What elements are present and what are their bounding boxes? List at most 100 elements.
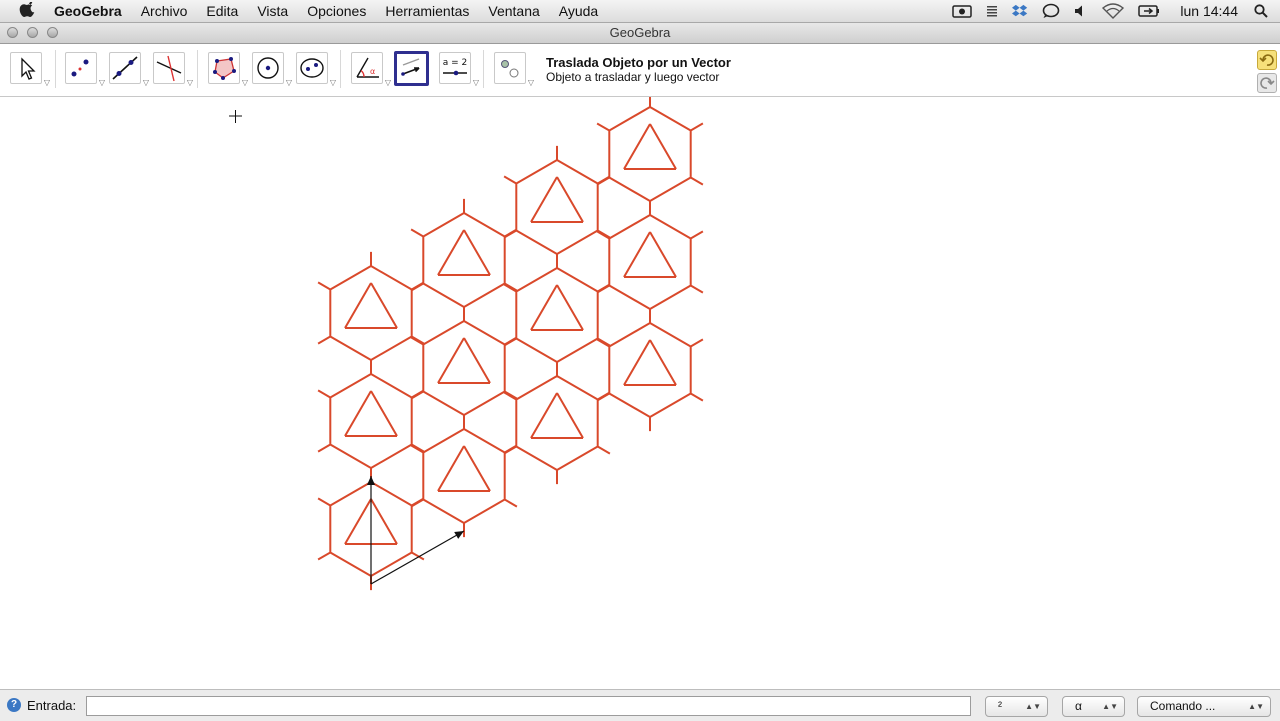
- minimize-window-button[interactable]: [27, 27, 38, 38]
- circle-icon: [257, 57, 279, 79]
- slider-icon: a = 2: [443, 58, 468, 76]
- move-graphics-view-icon: [501, 60, 519, 78]
- pattern-tile: [410, 198, 518, 322]
- menu-app-name[interactable]: GeoGebra: [54, 3, 122, 19]
- pattern-tile-stroke: [410, 306, 518, 430]
- redo-button[interactable]: [1257, 73, 1277, 93]
- input-field[interactable]: [86, 696, 971, 716]
- line-icon: [112, 56, 138, 80]
- tool-graphics-view[interactable]: ▽: [494, 52, 534, 87]
- pattern-tile-stroke: [317, 359, 425, 483]
- active-tool-title: Traslada Objeto por un Vector: [546, 55, 731, 70]
- dropbox-icon[interactable]: [1012, 3, 1028, 19]
- pattern-tile: [503, 361, 611, 485]
- clock[interactable]: lun 14:44: [1180, 3, 1238, 19]
- camera-icon[interactable]: [952, 4, 973, 18]
- pattern-tile: [410, 306, 518, 430]
- command-combo-value: Comando ...: [1150, 699, 1216, 713]
- crosshair-cursor-icon: [229, 110, 242, 123]
- tool-perpendicular[interactable]: ▽: [153, 52, 193, 87]
- pattern-tile: [596, 97, 704, 216]
- point-icon: [71, 59, 89, 77]
- greek-combo[interactable]: α ▲▼: [1062, 696, 1125, 717]
- translation-vectors: [367, 476, 465, 585]
- pattern-tile: [596, 308, 704, 432]
- redo-icon: [1260, 77, 1275, 89]
- ellipse-icon: [300, 58, 324, 78]
- zoom-window-button[interactable]: [47, 27, 58, 38]
- input-bar: ? Entrada: ² ▲▼ α ▲▼ Comando ... ▲▼: [0, 689, 1280, 721]
- window-title-bar: GeoGebra: [0, 23, 1280, 44]
- input-label: Entrada:: [27, 698, 77, 713]
- command-combo[interactable]: Comando ... ▲▼: [1137, 696, 1271, 717]
- pattern-tile-stroke: [596, 97, 704, 216]
- pattern-tile-stroke: [503, 361, 611, 485]
- menu-archivo[interactable]: Archivo: [141, 3, 188, 19]
- pattern-tile: [503, 253, 611, 377]
- pattern-tile-stroke: [503, 253, 611, 377]
- status-area: lun 14:44: [938, 0, 1280, 22]
- undo-icon: [1259, 54, 1274, 66]
- angle-icon: α: [356, 57, 379, 78]
- graphics-view[interactable]: [0, 97, 1280, 688]
- pattern-tile: [317, 251, 425, 375]
- menu-edita[interactable]: Edita: [206, 3, 238, 19]
- pointer-arrow-icon: [21, 57, 36, 80]
- close-window-button[interactable]: [7, 27, 18, 38]
- pattern-tile-stroke: [503, 145, 611, 269]
- grip-icon[interactable]: [986, 4, 998, 18]
- battery-icon[interactable]: [1138, 4, 1160, 18]
- pattern-tile: [410, 414, 518, 538]
- pattern-tile-stroke: [596, 308, 704, 432]
- wifi-icon[interactable]: [1102, 3, 1125, 19]
- active-tool-help: Objeto a trasladar y luego vector: [546, 70, 720, 84]
- pattern-tile: [317, 359, 425, 483]
- polygon-icon: [213, 57, 236, 80]
- window-title: GeoGebra: [609, 25, 671, 40]
- menu-herramientas[interactable]: Herramientas: [385, 3, 469, 19]
- tool-translate-by-vector[interactable]: [394, 51, 429, 86]
- menu-ventana[interactable]: Ventana: [488, 3, 539, 19]
- input-help-icon[interactable]: ?: [7, 698, 21, 712]
- symbol-combo-value: ²: [998, 699, 1002, 713]
- volume-icon[interactable]: [1074, 4, 1088, 18]
- symbol-combo[interactable]: ² ▲▼: [985, 696, 1048, 717]
- tool-point[interactable]: ▽: [65, 52, 105, 87]
- tessellation-pattern: [317, 97, 704, 591]
- tool-ellipse[interactable]: ▽: [296, 52, 336, 87]
- combo-arrows-icon: ▲▼: [1025, 702, 1041, 711]
- menu-opciones[interactable]: Opciones: [307, 3, 366, 19]
- toolbar: ▽ ▽ ▽ ▽ ▽ ▽ ▽ α ▽ a = 2 ▽ ▽ Traslada Obj…: [0, 44, 1280, 97]
- tool-angle[interactable]: α ▽: [351, 52, 391, 87]
- perpendicular-line-icon: [156, 55, 182, 82]
- tool-polygon[interactable]: ▽: [208, 52, 248, 87]
- vector-u-head: [367, 476, 375, 485]
- greek-combo-value: α: [1075, 699, 1082, 713]
- combo-arrows-icon: ▲▼: [1248, 702, 1264, 711]
- chat-bubble-icon[interactable]: [1042, 3, 1060, 19]
- pattern-tile: [503, 145, 611, 269]
- pattern-tile-stroke: [317, 251, 425, 375]
- pattern-tile-stroke: [410, 414, 518, 538]
- tool-slider[interactable]: a = 2 ▽: [439, 52, 479, 87]
- undo-button[interactable]: [1257, 50, 1277, 70]
- pattern-tile: [596, 200, 704, 324]
- menu-bar: GeoGebra Archivo Edita Vista Opciones He…: [0, 0, 1280, 23]
- vector-v[interactable]: [370, 530, 465, 585]
- svg-text:α: α: [370, 67, 375, 76]
- combo-arrows-icon: ▲▼: [1102, 702, 1118, 711]
- tool-line[interactable]: ▽: [109, 52, 149, 87]
- translate-vector-icon: [401, 58, 420, 76]
- menu-vista[interactable]: Vista: [257, 3, 288, 19]
- vector-v-head: [454, 531, 464, 539]
- menu-ayuda[interactable]: Ayuda: [559, 3, 598, 19]
- svg-text:a = 2: a = 2: [443, 58, 468, 68]
- vector-v-line: [370, 530, 465, 585]
- apple-icon[interactable]: [18, 2, 38, 20]
- vector-u[interactable]: [367, 476, 375, 584]
- pattern-tile-stroke: [410, 198, 518, 322]
- pattern-tile-stroke: [596, 200, 704, 324]
- tool-circle[interactable]: ▽: [252, 52, 292, 87]
- spotlight-search-icon[interactable]: [1254, 4, 1268, 18]
- tool-move[interactable]: ▽: [10, 52, 50, 87]
